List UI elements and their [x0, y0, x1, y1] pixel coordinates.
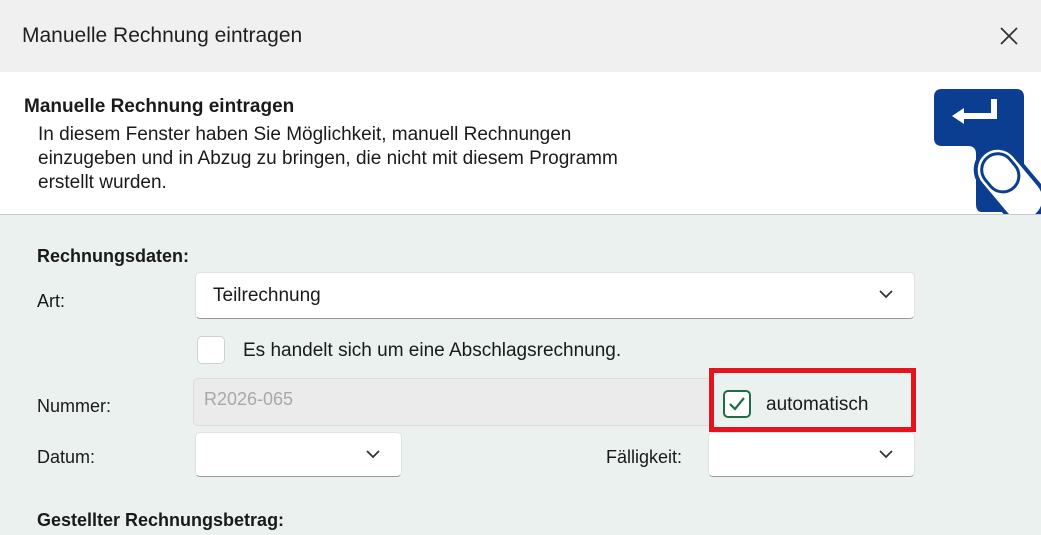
title-bar: Manuelle Rechnung eintragen: [0, 0, 1041, 72]
art-select[interactable]: Teilrechnung: [195, 272, 915, 319]
header-description: In diesem Fenster haben Sie Möglichkeit,…: [38, 123, 818, 195]
art-select-value: Teilrechnung: [213, 285, 321, 306]
section-invoice-data: Rechnungsdaten:: [37, 246, 190, 266]
enter-key-touch-icon: [930, 84, 1041, 214]
description-line: einzugeben und in Abzug zu bringen, die …: [38, 148, 618, 169]
chevron-down-icon: [366, 450, 380, 459]
header-panel: Manuelle Rechnung eintragen In diesem Fe…: [0, 72, 1041, 215]
highlight-annotation: [709, 368, 916, 432]
nummer-label: Nummer:: [37, 396, 112, 416]
datum-label: Datum:: [37, 447, 96, 467]
close-button[interactable]: [993, 20, 1025, 52]
description-line: erstellt wurden.: [38, 172, 167, 193]
datum-picker[interactable]: [195, 432, 402, 477]
window-title: Manuelle Rechnung eintragen: [22, 24, 303, 47]
close-icon: [1000, 27, 1018, 45]
art-label: Art:: [37, 291, 66, 311]
abschlag-checkbox-label: Es handelt sich um eine Abschlagsrechnun…: [243, 340, 622, 361]
abschlag-checkbox[interactable]: [197, 336, 225, 364]
section-amount: Gestellter Rechnungsbetrag:: [37, 510, 285, 530]
header-title: Manuelle Rechnung eintragen: [24, 96, 295, 117]
faelligkeit-picker[interactable]: [708, 432, 915, 477]
description-line: In diesem Fenster haben Sie Möglichkeit,…: [38, 124, 572, 145]
faelligkeit-label: Fälligkeit:: [606, 447, 683, 467]
chevron-down-icon: [879, 290, 893, 299]
nummer-input[interactable]: [204, 389, 684, 410]
chevron-down-icon: [879, 450, 893, 459]
nummer-field[interactable]: [193, 378, 713, 426]
